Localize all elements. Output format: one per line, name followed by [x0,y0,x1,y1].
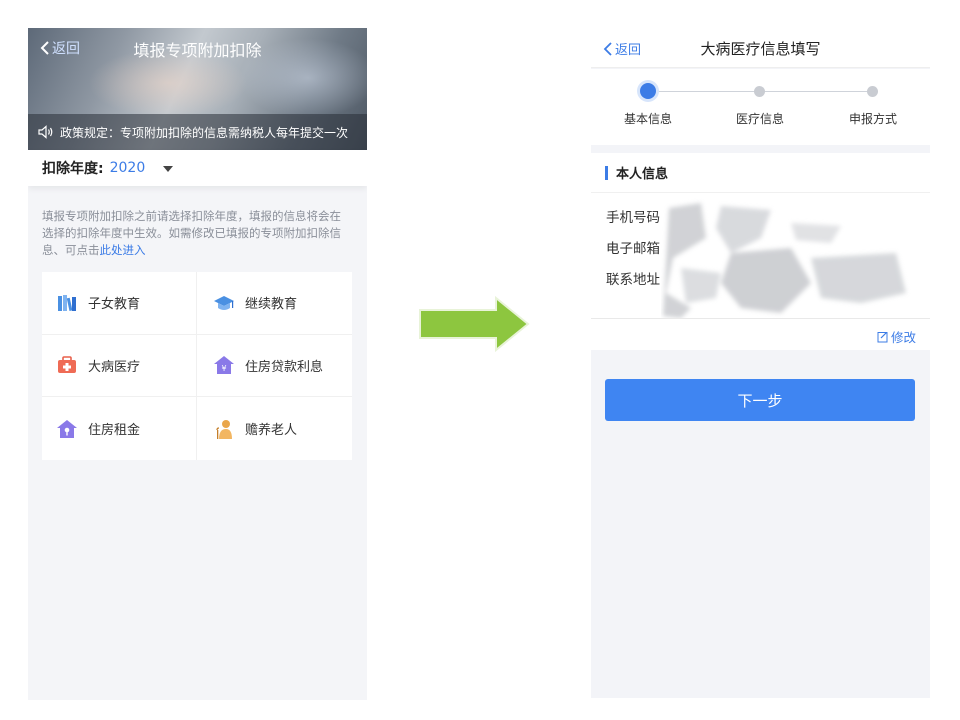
step-dot [754,86,765,97]
step-dot-active [640,83,656,99]
category-label: 大病医疗 [88,359,141,375]
next-step-button[interactable]: 下一步 [605,379,915,421]
policy-notice-text: 政策规定：专项附加扣除的信息需纳税人每年提交一次 [60,125,349,140]
flow-arrow-icon [419,296,530,352]
category-children-education[interactable]: 子女教育 [42,272,197,335]
category-label: 住房贷款利息 [245,359,324,375]
edit-row: 修改 [591,318,930,350]
deduction-categories: 子女教育 继续教育 大病医疗 ¥ 住房贷款利息 住房租金 赡养老人 [42,272,352,460]
elder-icon [216,419,232,439]
step-label-medical: 医疗信息 [735,112,784,126]
address-field-label: 联系地址 [606,272,660,288]
category-elderly-support[interactable]: 赡养老人 [197,397,352,460]
house-yen-icon: ¥ [214,356,234,375]
page-title: 填报专项附加扣除 [133,41,262,60]
svg-text:¥: ¥ [221,364,226,373]
step-label-basic: 基本信息 [623,112,672,126]
category-housing-rent[interactable]: 住房租金 [42,397,197,460]
category-label: 赡养老人 [245,423,298,439]
nav-bar: 返回 大病医疗信息填写 [591,28,930,68]
progress-steps: 基本信息 医疗信息 申报方式 [591,69,930,145]
books-icon [58,294,76,311]
edit-icon [877,331,888,342]
caret-down-icon [163,166,174,172]
description-text: 填报专项附加扣除之前请选择扣除年度，填报的信息将会在选择的扣除年度中生效。如需修… [42,209,341,257]
enter-here-link[interactable]: 此处进入 [100,243,146,257]
page-title: 大病医疗信息填写 [700,40,821,58]
year-selector[interactable]: 扣除年度: 2020 [28,150,367,186]
category-continuing-education[interactable]: 继续教育 [197,272,352,335]
category-label: 住房租金 [88,423,141,439]
personal-info-card: 本人信息 手机号码 电子邮箱 联系地址 [591,153,930,318]
step-dot [867,86,878,97]
edit-label: 修改 [890,330,916,345]
category-serious-illness[interactable]: 大病医疗 [42,334,197,398]
policy-banner: 返回 填报专项附加扣除 政策规定：专项附加扣除的信息需纳税人每年提交一次 [28,28,367,150]
phone-field-label: 手机号码 [606,210,660,226]
section-header: 本人信息 [591,153,930,193]
section-title: 本人信息 [616,167,669,182]
year-value: 2020 [109,160,146,176]
edit-button[interactable]: 修改 [877,327,916,346]
year-label: 扣除年度: [42,161,104,177]
redaction-scribble [663,203,906,318]
house-key-icon [57,419,77,438]
email-field-label: 电子邮箱 [606,241,660,257]
illness-form-screen: 返回 大病医疗信息填写 基本信息 医疗信息 申报方式 本人信息 手机号码 电子邮… [591,28,930,698]
category-housing-loan-interest[interactable]: ¥ 住房贷款利息 [197,335,352,398]
graduation-cap-icon [214,295,234,310]
step-label-method: 申报方式 [848,112,897,126]
speaker-icon [38,125,53,139]
medical-kit-icon [58,356,76,374]
category-label: 子女教育 [88,297,141,313]
deduction-screen: 返回 填报专项附加扣除 政策规定：专项附加扣除的信息需纳税人每年提交一次 扣除年… [28,28,367,700]
policy-notice: 政策规定：专项附加扣除的信息需纳税人每年提交一次 [28,114,367,150]
category-label: 继续教育 [245,297,298,313]
